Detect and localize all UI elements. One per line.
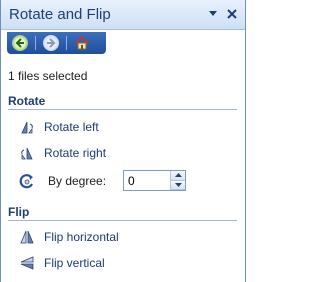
spin-down-arrow-icon[interactable] [170, 180, 185, 190]
spin-up-arrow-icon[interactable] [170, 171, 185, 181]
rotate-by-degree-row: By degree: [19, 172, 106, 190]
degree-spinner [123, 170, 186, 191]
close-icon[interactable] [225, 7, 239, 21]
rotate-left-label: Rotate left [44, 120, 99, 134]
pane-title-bar: Rotate and Flip [1, 0, 245, 30]
rotate-degree-icon [19, 173, 35, 189]
back-arrow-icon[interactable] [12, 35, 28, 51]
degree-input[interactable] [124, 171, 170, 190]
rotate-flip-task-pane: Rotate and Flip 1 files selected Rotate [0, 0, 246, 282]
flip-horizontal-link[interactable]: Flip horizontal [19, 228, 119, 246]
rotate-left-icon [19, 119, 35, 135]
flip-vertical-label: Flip vertical [44, 256, 105, 270]
section-divider [8, 109, 237, 110]
navigation-toolbar [7, 32, 106, 54]
section-divider [8, 220, 237, 221]
toolbar-divider [66, 36, 67, 50]
selection-status: 1 files selected [8, 69, 88, 83]
flip-horizontal-label: Flip horizontal [44, 230, 119, 244]
forward-arrow-icon[interactable] [43, 35, 59, 51]
rotate-right-label: Rotate right [44, 146, 107, 160]
flip-vertical-link[interactable]: Flip vertical [19, 254, 105, 272]
degree-label: By degree: [48, 174, 107, 188]
flip-horizontal-icon [19, 229, 35, 245]
dropdown-arrow-icon[interactable] [206, 7, 220, 21]
degree-spin-buttons [170, 171, 185, 190]
pane-title: Rotate and Flip [9, 6, 111, 23]
home-icon[interactable] [74, 35, 90, 51]
flip-vertical-icon [19, 255, 35, 271]
toolbar-divider [35, 36, 36, 50]
rotate-section-heading: Rotate [8, 94, 46, 108]
flip-section-heading: Flip [8, 205, 30, 219]
rotate-right-icon [19, 145, 35, 161]
rotate-left-link[interactable]: Rotate left [19, 118, 99, 136]
rotate-right-link[interactable]: Rotate right [19, 144, 106, 162]
